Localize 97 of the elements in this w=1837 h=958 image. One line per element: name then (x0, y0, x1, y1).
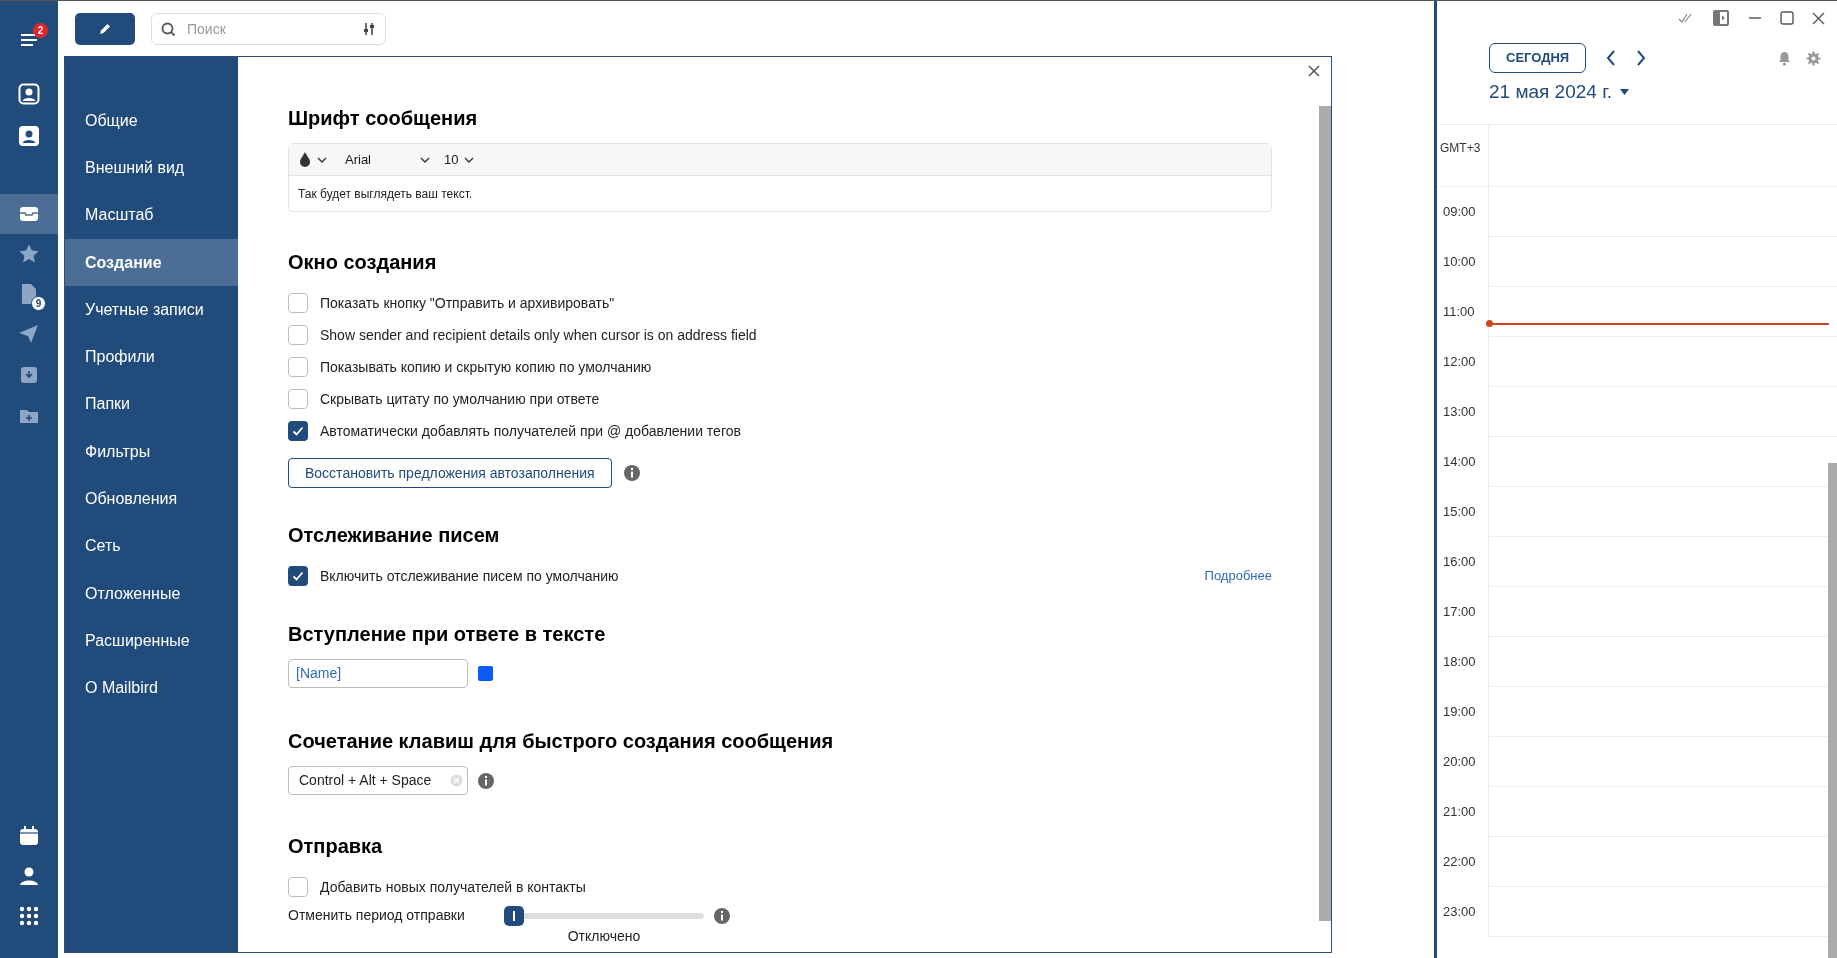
settings-nav-item[interactable]: Расширенные (65, 617, 238, 665)
settings-nav-item[interactable]: Фильтры (65, 428, 238, 476)
bell-icon[interactable] (1777, 50, 1792, 66)
checkbox[interactable] (288, 325, 308, 345)
font-size-dropdown[interactable]: 10 (444, 149, 475, 170)
checkbox-label: Скрывать цитату по умолчанию при ответе (320, 389, 600, 409)
double-check-icon[interactable] (1678, 13, 1694, 23)
hour-label: 20:00 (1443, 753, 1476, 772)
checkbox[interactable] (288, 293, 308, 313)
settings-nav-item[interactable]: Внешний вид (65, 144, 238, 192)
date-dropdown[interactable]: 21 мая 2024 г. (1489, 79, 1630, 105)
hour-label: 22:00 (1443, 853, 1476, 872)
calendar-icon (17, 824, 41, 848)
info-icon[interactable] (623, 465, 640, 481)
section-heading: Отправка (288, 834, 384, 859)
checkbox-label: Показывать копию и скрытую копию по умолчанию (320, 357, 652, 377)
slider-reading: Отключено (567, 927, 641, 946)
checkbox-label: Show sender and recipient details only when cursor is on address field (320, 325, 757, 345)
color-swatch[interactable] (478, 666, 493, 681)
slider-track[interactable] (504, 905, 704, 926)
checkbox-label: Автоматически добавлять получателей при @ добавлении тегов (320, 421, 741, 441)
check-icon (291, 569, 305, 583)
settings-nav-item[interactable]: Профили (65, 333, 238, 381)
checkbox-label: Включить отслеживание писем по умолчанию (320, 566, 619, 586)
shortcut-field[interactable]: Control + Alt + Space (288, 766, 468, 795)
close-button[interactable] (1306, 63, 1322, 79)
hour-label: 17:00 (1443, 603, 1476, 622)
caret-icon (1620, 89, 1630, 95)
inbox-tray-button[interactable] (0, 194, 58, 234)
section-heading: Сочетание клавиш для быстрого создания сообщения (288, 729, 835, 754)
checkbox[interactable] (288, 357, 308, 377)
timezone-label: GMT+3 (1440, 141, 1481, 155)
hour-label: 18:00 (1443, 653, 1476, 672)
scrollbar-thumb[interactable] (1319, 106, 1331, 921)
compose-button[interactable] (75, 12, 135, 45)
apps-grid-icon (17, 904, 41, 928)
checkbox[interactable] (288, 421, 308, 441)
count-badge: 2 (33, 23, 48, 38)
chevron-down-icon (317, 156, 327, 163)
section-heading: Вступление при ответе в тексте (288, 622, 607, 647)
chevron-down-icon (420, 156, 430, 163)
restore-suggestions-button[interactable]: Восстановить предложения автозаполнения (288, 458, 612, 488)
reply-intro-field[interactable]: [Name] (288, 659, 468, 688)
pencil-icon (98, 21, 112, 36)
menu-button[interactable]: 2 (0, 20, 58, 60)
checkbox[interactable] (288, 566, 308, 586)
close-icon[interactable] (1812, 11, 1825, 25)
chevron-down-icon (464, 156, 475, 163)
scrollbar-thumb[interactable] (1828, 463, 1837, 958)
learn-more-link[interactable]: Подробнее (1204, 566, 1272, 586)
checkbox[interactable] (288, 877, 308, 897)
filter-sliders-icon[interactable] (362, 21, 376, 36)
info-icon[interactable] (714, 907, 730, 924)
check-icon (291, 424, 305, 438)
settings-nav-item[interactable]: Масштаб (65, 191, 238, 239)
search-icon (161, 21, 176, 37)
info-icon[interactable] (478, 772, 494, 789)
checkbox[interactable] (288, 389, 308, 409)
contact-card-icon (17, 124, 41, 148)
hour-label: 21:00 (1443, 803, 1476, 822)
section-heading: Отслеживание писем (288, 523, 501, 548)
count-badge: 9 (31, 296, 46, 311)
file-button[interactable]: 9 (0, 274, 58, 314)
hour-label: 16:00 (1443, 553, 1476, 572)
settings-nav-item[interactable]: Создание (65, 238, 238, 287)
hour-label: 15:00 (1443, 503, 1476, 522)
text-color-dropdown[interactable] (299, 152, 327, 167)
settings-nav-item[interactable]: Папки (65, 380, 238, 429)
settings-nav-item[interactable]: Отложенные (65, 569, 238, 618)
checkbox-label: Добавить новых получателей в контакты (320, 877, 586, 897)
font-family-dropdown[interactable]: Arial (345, 149, 430, 170)
slider-label: Отменить период отправки (288, 906, 466, 925)
hour-label: 11:00 (1443, 303, 1475, 322)
today-button[interactable]: СЕГОДНЯ (1489, 43, 1587, 73)
settings-nav-item[interactable]: О Mailbird (65, 664, 238, 712)
contact-card-icon (17, 82, 41, 106)
settings-icon[interactable] (1806, 50, 1821, 66)
hour-label: 10:00 (1443, 253, 1476, 272)
section-heading: Окно создания (288, 250, 438, 275)
preview-text: Так будет выглядеть ваш текст. (298, 185, 473, 203)
droplet-icon (299, 152, 311, 167)
settings-nav-item[interactable]: Сеть (65, 522, 238, 570)
section-heading: Шрифт сообщения (288, 106, 479, 131)
settings-nav-item[interactable]: Обновления (65, 475, 238, 523)
sidebar-toggle-icon[interactable] (1712, 9, 1730, 27)
hour-label: 23:00 (1443, 903, 1476, 922)
slider-thumb[interactable] (504, 905, 524, 926)
settings-nav-item[interactable]: Общие (65, 97, 238, 145)
hour-label: 12:00 (1443, 353, 1476, 372)
hour-label: 13:00 (1443, 403, 1476, 422)
hour-label: 09:00 (1443, 203, 1476, 222)
settings-nav-item[interactable]: Учетные записи (65, 286, 238, 334)
checkbox-label: Показать кнопку "Отправить и архивировать" (320, 293, 615, 313)
hour-label: 19:00 (1443, 703, 1476, 722)
maximize-icon[interactable] (1780, 11, 1794, 25)
hour-label: 14:00 (1443, 453, 1476, 472)
search-field[interactable]: Поиск (151, 12, 386, 45)
